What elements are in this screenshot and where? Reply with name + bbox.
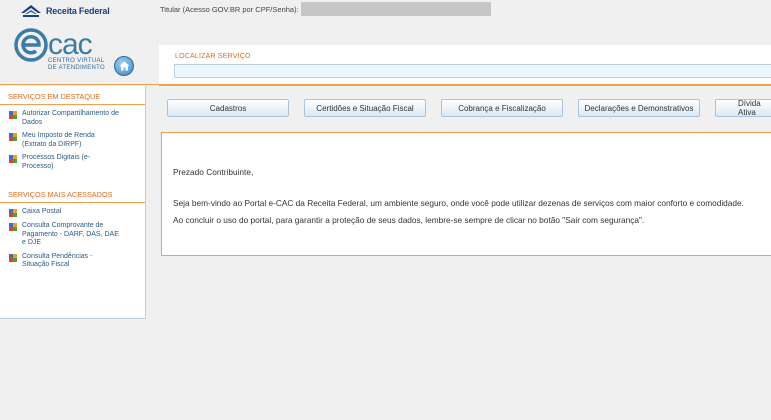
titular-masked-value — [300, 2, 491, 16]
puzzle-bullet-icon — [9, 155, 17, 163]
acessados-item-comprovante[interactable]: Consulta Comprovante de Pagamento - DARF,… — [0, 222, 145, 248]
destaque-item-label: Meu Imposto de Renda (Extrato da DIRPF) — [22, 132, 95, 148]
ecac-letters: cac — [48, 28, 93, 61]
acessados-item-caixa-postal[interactable]: Caixa Postal — [0, 208, 145, 217]
titular-info: Titular (Acesso GOV.BR por CPF/Senha): — [160, 2, 491, 16]
puzzle-bullet-icon — [9, 253, 17, 262]
receita-emblem-icon — [21, 5, 41, 17]
tab-cobranca[interactable]: Cobrança e Fiscalização — [441, 99, 563, 117]
ecac-subtitle: CENTRO VIRTUAL DE ATENDIMENTO — [48, 58, 105, 72]
search-label: LOCALIZAR SERVIÇO — [175, 53, 251, 60]
ecac-subtitle-line2: DE ATENDIMENTO — [48, 65, 105, 71]
acessados-title: SERVIÇOS MAIS ACESSADOS — [0, 184, 145, 203]
destaque-item-label: Autorizar Compartilhamento de Dados — [22, 110, 119, 126]
search-input[interactable] — [174, 64, 771, 78]
destaque-list: Autorizar Compartilhamento de Dados Meu I… — [0, 105, 145, 171]
puzzle-bullet-icon — [9, 111, 17, 119]
destaque-item-label: Processos Digitais (e- Processo) — [22, 154, 91, 170]
home-button[interactable] — [114, 56, 134, 76]
welcome-paragraph-1: Seja bem-vindo ao Portal e-CAC da Receit… — [173, 198, 744, 208]
titular-label: Titular (Acesso GOV.BR por CPF/Senha): — [160, 4, 299, 14]
welcome-greeting: Prezado Contribuinte, — [173, 167, 254, 177]
ecac-subtitle-line1: CENTRO VIRTUAL — [48, 58, 105, 64]
destaque-item-compartilhamento[interactable]: Autorizar Compartilhamento de Dados — [0, 110, 145, 127]
ecac-e-icon — [14, 28, 48, 62]
nav-tabs: Cadastros Certidões e Situação Fiscal Co… — [167, 99, 771, 117]
destaque-item-imposto-renda[interactable]: Meu Imposto de Renda (Extrato da DIRPF) — [0, 132, 145, 149]
acessados-item-pendencias[interactable]: Consulta Pendências - Situação Fiscal — [0, 253, 145, 270]
destaque-title: SERVIÇOS EM DESTAQUE — [0, 86, 145, 105]
acessados-item-label: Consulta Comprovante de Pagamento - DARF,… — [22, 222, 119, 246]
destaque-item-processos[interactable]: Processos Digitais (e- Processo) — [0, 154, 145, 171]
brand-name: Receita Federal — [46, 6, 110, 16]
puzzle-bullet-icon — [9, 133, 17, 141]
sidebar: SERVIÇOS EM DESTAQUE Autorizar Compartil… — [0, 86, 146, 319]
welcome-panel: Prezado Contribuinte, Seja bem-vindo ao … — [161, 132, 771, 256]
home-icon — [119, 61, 129, 71]
header-divider — [0, 84, 771, 85]
tab-declaracoes[interactable]: Declarações e Demonstrativos — [578, 99, 700, 117]
welcome-paragraph-2: Ao concluir o uso do portal, para garant… — [173, 215, 645, 225]
puzzle-bullet-icon — [9, 223, 17, 231]
tab-cadastros[interactable]: Cadastros — [167, 99, 289, 117]
acessados-item-label: Caixa Postal — [22, 208, 62, 215]
acessados-list: Caixa Postal Consulta Comprovante de Paga… — [0, 203, 145, 270]
acessados-item-label: Consulta Pendências - Situação Fiscal — [22, 252, 93, 269]
receita-federal-logo: Receita Federal — [20, 4, 110, 18]
tab-divida-ativa[interactable]: Dívida Ativa — [715, 99, 771, 117]
tab-certidoes[interactable]: Certidões e Situação Fiscal — [304, 99, 426, 117]
puzzle-bullet-icon — [9, 209, 17, 217]
search-area: LOCALIZAR SERVIÇO — [159, 45, 771, 86]
